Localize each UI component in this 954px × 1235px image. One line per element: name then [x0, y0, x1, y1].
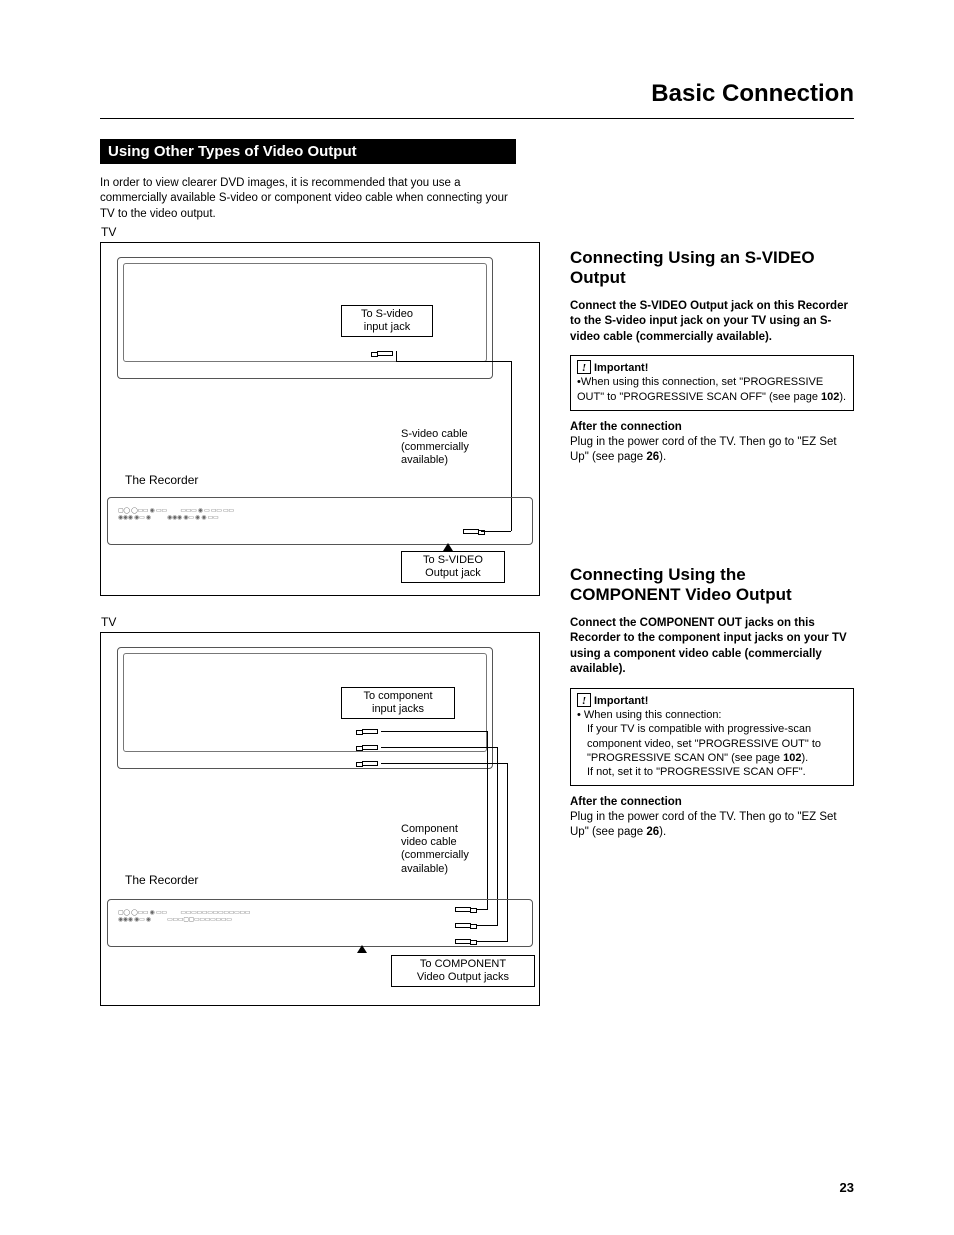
important-label: !Important!: [577, 360, 847, 375]
component-plug-rec-1: [453, 907, 477, 912]
component-cable-note: Componentvideo cable(commerciallyavailab…: [401, 823, 469, 876]
svideo-heading: Connecting Using an S-VIDEO Output: [570, 248, 854, 287]
title-rule: [100, 118, 854, 119]
component-plug-rec-3: [453, 939, 477, 944]
component-instruction: Connect the COMPONENT OUT jacks on this …: [570, 616, 854, 678]
component-important-box: !Important! • When using this connection…: [570, 688, 854, 787]
instructions-column: Connecting Using an S-VIDEO Output Conne…: [570, 242, 854, 1042]
svideo-instruction: Connect the S-VIDEO Output jack on this …: [570, 299, 854, 346]
to-svideo-output-note: To S-VIDEOOutput jack: [401, 551, 505, 583]
to-component-input-note: To componentinput jacks: [341, 687, 455, 719]
component-plug-tv-1: [356, 729, 380, 734]
important-label-2: !Important!: [577, 693, 847, 708]
tv-label: TV: [101, 225, 116, 239]
svg-text:!: !: [582, 695, 586, 707]
svideo-diagram: TV To S-videoinput jack S-video cable(co…: [100, 242, 540, 596]
component-plug-tv-2: [356, 745, 380, 750]
page-number: 23: [840, 1180, 854, 1195]
component-after-body: Plug in the power cord of the TV. Then g…: [570, 810, 854, 840]
component-after-heading: After the connection: [570, 796, 854, 808]
important-icon: !: [577, 693, 591, 707]
intro-paragraph: In order to view clearer DVD images, it …: [100, 176, 520, 223]
svideo-after-heading: After the connection: [570, 421, 854, 433]
svideo-cable-note: S-video cable(commerciallyavailable): [401, 428, 469, 468]
recorder-label-2: The Recorder: [125, 873, 198, 887]
svideo-important-body: •When using this connection, set "PROGRE…: [577, 375, 847, 404]
important-icon: !: [577, 360, 591, 374]
page-title: Basic Connection: [100, 80, 854, 108]
svg-text:!: !: [582, 362, 586, 374]
component-heading: Connecting Using the COMPONENT Video Out…: [570, 565, 854, 604]
svideo-plug-recorder: [461, 529, 485, 534]
tv-label-2: TV: [101, 615, 116, 629]
component-plug-tv-3: [356, 761, 380, 766]
svideo-plug-tv: [371, 351, 395, 356]
svideo-after-body: Plug in the power cord of the TV. Then g…: [570, 435, 854, 465]
section-bar: Using Other Types of Video Output: [100, 139, 516, 164]
to-svideo-input-note: To S-videoinput jack: [341, 305, 433, 337]
component-plug-rec-2: [453, 923, 477, 928]
component-important-body: If your TV is compatible with progressiv…: [577, 722, 847, 779]
svideo-important-box: !Important! •When using this connection,…: [570, 355, 854, 411]
component-diagram: TV To componentinput jacks Componentvide…: [100, 632, 540, 1006]
recorder-label: The Recorder: [125, 473, 198, 487]
to-component-output-note: To COMPONENTVideo Output jacks: [391, 955, 535, 987]
recorder-illustration: ▢◯ ◯▭▭ ◉ ▭▭ ▭▭▭ ◉ ▭ ▭▭ ▭▭◉◉◉ ◉▭ ◉ ◉◉◉ ◉▭…: [107, 497, 533, 545]
component-important-line1: • When using this connection:: [577, 708, 847, 722]
diagrams-column: TV To S-videoinput jack S-video cable(co…: [100, 242, 540, 1042]
